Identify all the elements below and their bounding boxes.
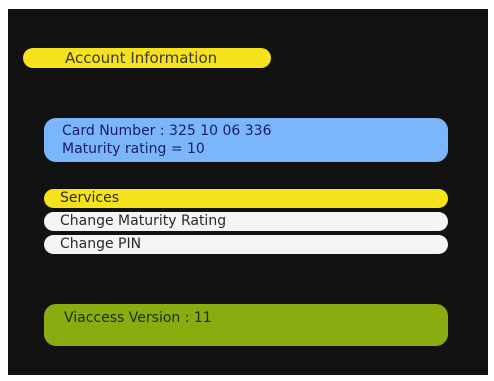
card-info-panel: Card Number : 325 10 06 336 Maturity rat…: [44, 118, 448, 162]
tv-screen: Account Information Card Number : 325 10…: [8, 9, 488, 375]
version-panel: Viaccess Version : 11: [44, 304, 448, 346]
menu-item-services[interactable]: Services: [44, 189, 448, 208]
menu-item-change-maturity-rating[interactable]: Change Maturity Rating: [44, 212, 448, 231]
version-text: Viaccess Version : 11: [64, 310, 212, 326]
maturity-rating-text: Maturity rating = 10: [62, 141, 205, 157]
menu-item-change-pin[interactable]: Change PIN: [44, 235, 448, 254]
page-title: Account Information: [23, 48, 271, 68]
card-number-text: Card Number : 325 10 06 336: [62, 123, 272, 139]
